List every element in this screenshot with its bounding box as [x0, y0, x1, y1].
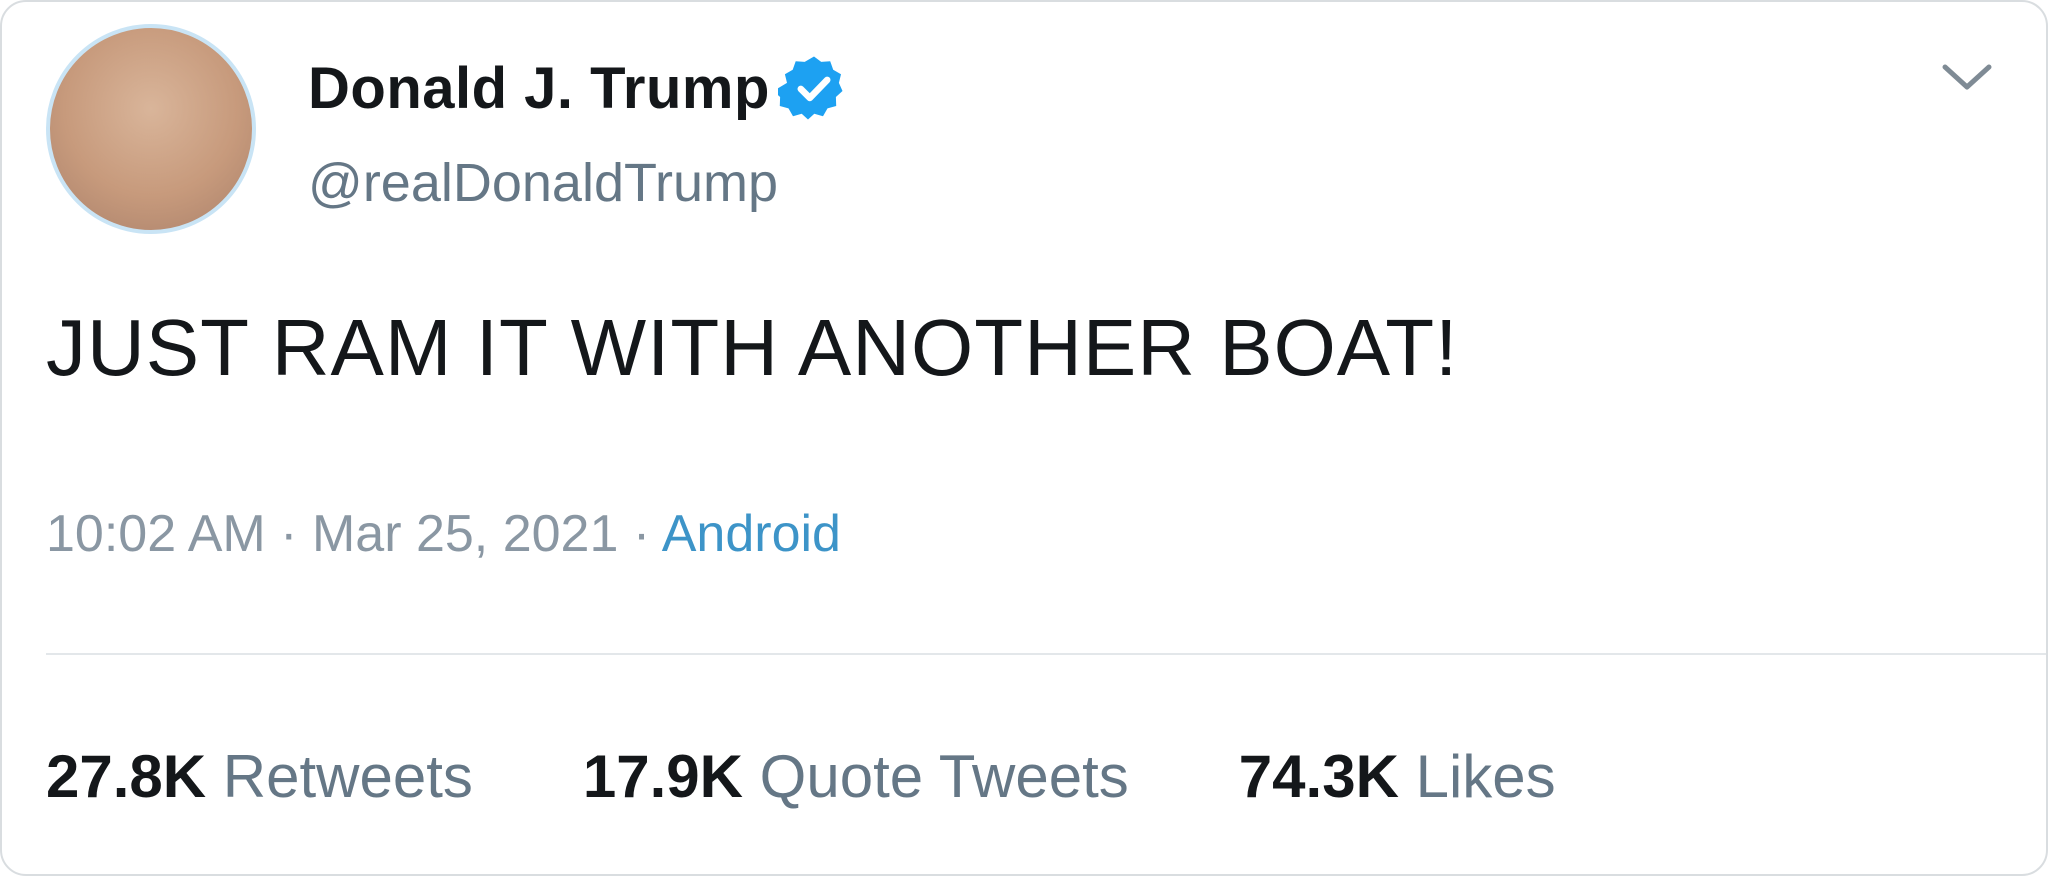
quote-tweets-stat[interactable]: 17.9K Quote Tweets	[583, 742, 1129, 811]
tweet-time[interactable]: 10:02 AM	[46, 505, 266, 563]
tweet-date[interactable]: Mar 25, 2021	[312, 505, 618, 563]
chevron-down-icon[interactable]	[1937, 57, 1997, 97]
tweet-card: Donald J. Trump @realDonaldTrump JUST RA…	[0, 0, 2048, 876]
author-avatar[interactable]	[46, 24, 256, 234]
author-name-row: Donald J. Trump	[308, 48, 850, 128]
stat-label: Quote Tweets	[759, 743, 1129, 810]
stat-count: 27.8K	[46, 743, 207, 810]
stat-count: 74.3K	[1238, 743, 1399, 810]
verified-badge-icon	[773, 52, 850, 124]
stat-label: Retweets	[222, 743, 473, 810]
likes-stat[interactable]: 74.3K Likes	[1239, 742, 1556, 811]
tweet-meta: 10:02 AM · Mar 25, 2021 · Android	[46, 504, 841, 564]
author-handle[interactable]: @realDonaldTrump	[308, 152, 778, 214]
retweets-stat[interactable]: 27.8K Retweets	[46, 742, 473, 811]
stat-count: 17.9K	[582, 743, 743, 810]
tweet-text: JUST RAM IT WITH ANOTHER BOAT!	[46, 303, 1459, 392]
author-display-name[interactable]: Donald J. Trump	[308, 55, 770, 122]
meta-separator: ·	[632, 505, 651, 563]
tweet-stats: 27.8K Retweets 17.9K Quote Tweets 74.3K …	[46, 742, 1666, 811]
meta-separator: ·	[280, 505, 298, 563]
stat-label: Likes	[1415, 743, 1556, 810]
tweet-source-link[interactable]: Android	[662, 505, 841, 563]
divider	[46, 653, 2046, 655]
